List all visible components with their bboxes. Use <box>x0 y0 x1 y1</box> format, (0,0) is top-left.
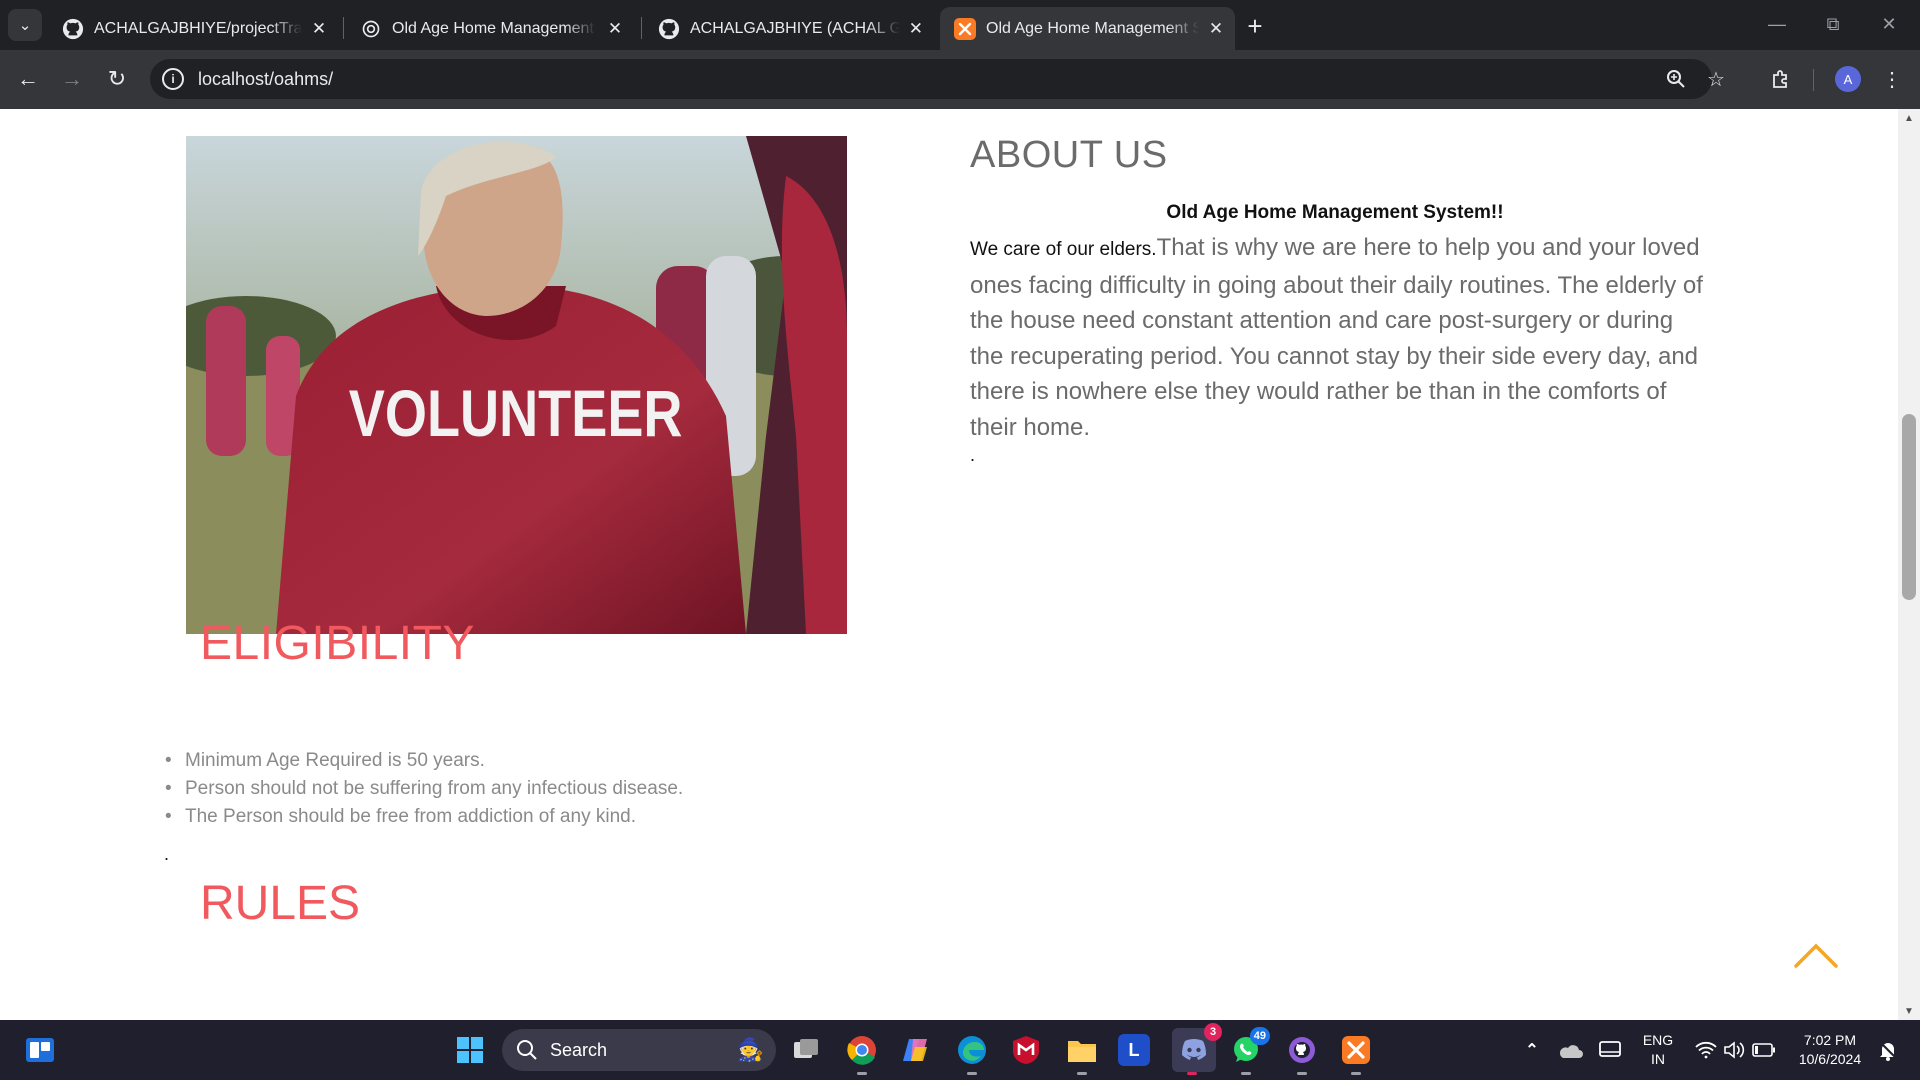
url-text: localhost/oahms/ <box>198 68 334 89</box>
list-item: The Person should be free from addiction… <box>165 803 683 831</box>
eligibility-trailing-dot: . <box>164 844 170 864</box>
discord-badge: 3 <box>1204 1023 1222 1041</box>
whatsapp-icon[interactable]: 49 <box>1228 1027 1270 1068</box>
tab-separator <box>343 17 344 39</box>
notifications-bell-icon[interactable] <box>1870 1032 1906 1068</box>
running-indicator <box>1077 1072 1087 1075</box>
chevron-up-tray-icon[interactable]: ⌃ <box>1514 1032 1550 1068</box>
forward-button[interactable]: → <box>56 63 88 95</box>
new-tab-button[interactable]: + <box>1240 11 1270 41</box>
browser-tab-3[interactable]: ACHALGAJBHIYE (ACHAL GAJBHIYE) ✕ <box>644 7 934 50</box>
page-scrollbar[interactable]: ▲ ▼ <box>1898 109 1920 1020</box>
edge-icon[interactable] <box>954 1032 990 1068</box>
zoom-icon[interactable] <box>1660 63 1692 95</box>
file-explorer-icon[interactable] <box>1064 1032 1100 1068</box>
tab-title: Old Age Home Management <box>392 19 594 37</box>
xampp-icon <box>954 17 976 40</box>
scroll-down-arrow[interactable]: ▼ <box>1898 1002 1920 1020</box>
search-icon <box>517 1040 537 1060</box>
chevron-up-icon <box>1794 943 1838 968</box>
restore-button[interactable]: ⧉ <box>1810 9 1856 39</box>
display-icon[interactable] <box>1592 1032 1628 1068</box>
discord-icon[interactable]: 3 <box>1172 1023 1222 1072</box>
copilot-icon[interactable] <box>898 1032 934 1068</box>
close-icon[interactable]: ✕ <box>604 18 626 40</box>
running-indicator <box>967 1072 977 1075</box>
github-icon <box>658 18 680 40</box>
launcher-l-icon[interactable]: L <box>1118 1034 1150 1066</box>
page-viewport: VOLUNTEER ABOUT US Old Age Home Manageme… <box>0 109 1898 1020</box>
browser-tab-strip: ⌄ ACHALGAJBHIYE/projectTravelling ✕ Old … <box>0 0 1920 50</box>
taskbar-search[interactable]: Search 🧙 <box>502 1029 776 1071</box>
start-windows-icon[interactable] <box>452 1032 488 1068</box>
about-trailing-dot: . <box>970 445 976 465</box>
search-highlight-icon: 🧙 <box>736 1037 764 1062</box>
widgets-icon[interactable] <box>22 1032 58 1068</box>
list-item: Minimum Age Required is 50 years. <box>165 747 683 775</box>
volunteer-image: VOLUNTEER <box>186 136 847 634</box>
eligibility-list: Minimum Age Required is 50 years. Person… <box>165 747 683 831</box>
volunteer-shirt-text: VOLUNTEER <box>349 376 683 450</box>
running-indicator <box>1297 1072 1307 1075</box>
back-button[interactable]: ← <box>12 63 44 95</box>
about-title: ABOUT US <box>970 134 1168 176</box>
tab-separator <box>641 17 642 39</box>
chrome-icon[interactable] <box>844 1032 880 1068</box>
extensions-icon[interactable] <box>1765 63 1797 95</box>
onedrive-cloud-icon[interactable] <box>1552 1032 1588 1068</box>
browser-toolbar: ← → ↻ i localhost/oahms/ ☆ ⋮ <box>0 50 1920 109</box>
browser-tab-2[interactable]: Old Age Home Management ✕ <box>346 7 636 50</box>
language-code: ENG <box>1642 1032 1674 1048</box>
close-icon[interactable]: ✕ <box>310 18 328 40</box>
chatgpt-icon <box>360 18 382 40</box>
address-bar[interactable]: i localhost/oahms/ <box>150 59 1712 99</box>
tab-title: Old Age Home Management System <box>986 19 1199 37</box>
about-text: That is why we are here to help you and … <box>970 234 1703 441</box>
browser-tab-4-active[interactable]: Old Age Home Management System ✕ <box>940 7 1235 50</box>
clock[interactable]: 7:02 PM 10/6/2024 <box>1792 1031 1868 1069</box>
running-indicator <box>1351 1072 1361 1075</box>
menu-kebab-icon[interactable]: ⋮ <box>1876 63 1908 95</box>
scroll-to-top-button[interactable] <box>1792 938 1840 972</box>
running-indicator <box>857 1072 867 1075</box>
about-lead: We care of our elders. <box>970 239 1157 260</box>
bookmark-star-icon[interactable]: ☆ <box>1700 63 1732 95</box>
scroll-up-arrow[interactable]: ▲ <box>1898 109 1920 127</box>
tab-title: ACHALGAJBHIYE (ACHAL GAJBHIYE) <box>690 19 900 37</box>
clock-date: 10/6/2024 <box>1798 1051 1862 1067</box>
scrollbar-thumb[interactable] <box>1902 414 1916 600</box>
about-subtitle: Old Age Home Management System!! <box>1166 202 1504 223</box>
language-indicator[interactable]: ENG IN <box>1640 1031 1676 1069</box>
running-indicator <box>1241 1072 1251 1075</box>
tab-search-button[interactable]: ⌄ <box>8 9 42 41</box>
search-label: Search <box>550 1039 608 1060</box>
xampp-icon[interactable] <box>1338 1032 1374 1068</box>
close-icon[interactable]: ✕ <box>908 18 924 40</box>
tab-title: ACHALGAJBHIYE/projectTravelling <box>94 19 302 37</box>
running-indicator <box>1187 1072 1197 1075</box>
region-code: IN <box>1651 1051 1665 1067</box>
close-window-button[interactable]: ✕ <box>1866 9 1912 39</box>
eligibility-title: ELIGIBILITY <box>200 617 475 670</box>
minimize-button[interactable]: — <box>1754 9 1800 39</box>
windows-taskbar: Search 🧙 L 3 49 ⌃ ENG IN 7:02 PM 10/6/20… <box>0 1020 1920 1080</box>
whatsapp-badge: 49 <box>1249 1027 1270 1045</box>
close-icon[interactable]: ✕ <box>1207 18 1225 40</box>
chevron-down-icon: ⌄ <box>18 17 32 34</box>
list-item: Person should not be suffering from any … <box>165 775 683 803</box>
about-body: We care of our elders.That is why we are… <box>970 230 1705 445</box>
task-view-icon[interactable] <box>788 1032 824 1068</box>
mcafee-icon[interactable] <box>1008 1032 1044 1068</box>
rules-title: RULES <box>200 877 361 930</box>
reload-button[interactable]: ↻ <box>101 63 133 95</box>
clock-time: 7:02 PM <box>1803 1032 1857 1048</box>
site-info-icon[interactable]: i <box>162 68 184 90</box>
profile-avatar[interactable]: A <box>1835 66 1861 92</box>
github-desktop-icon[interactable] <box>1284 1032 1320 1068</box>
battery-icon[interactable] <box>1746 1032 1782 1068</box>
github-icon <box>62 18 84 40</box>
toolbar-divider <box>1813 69 1814 91</box>
browser-tab-1[interactable]: ACHALGAJBHIYE/projectTravelling ✕ <box>48 7 338 50</box>
